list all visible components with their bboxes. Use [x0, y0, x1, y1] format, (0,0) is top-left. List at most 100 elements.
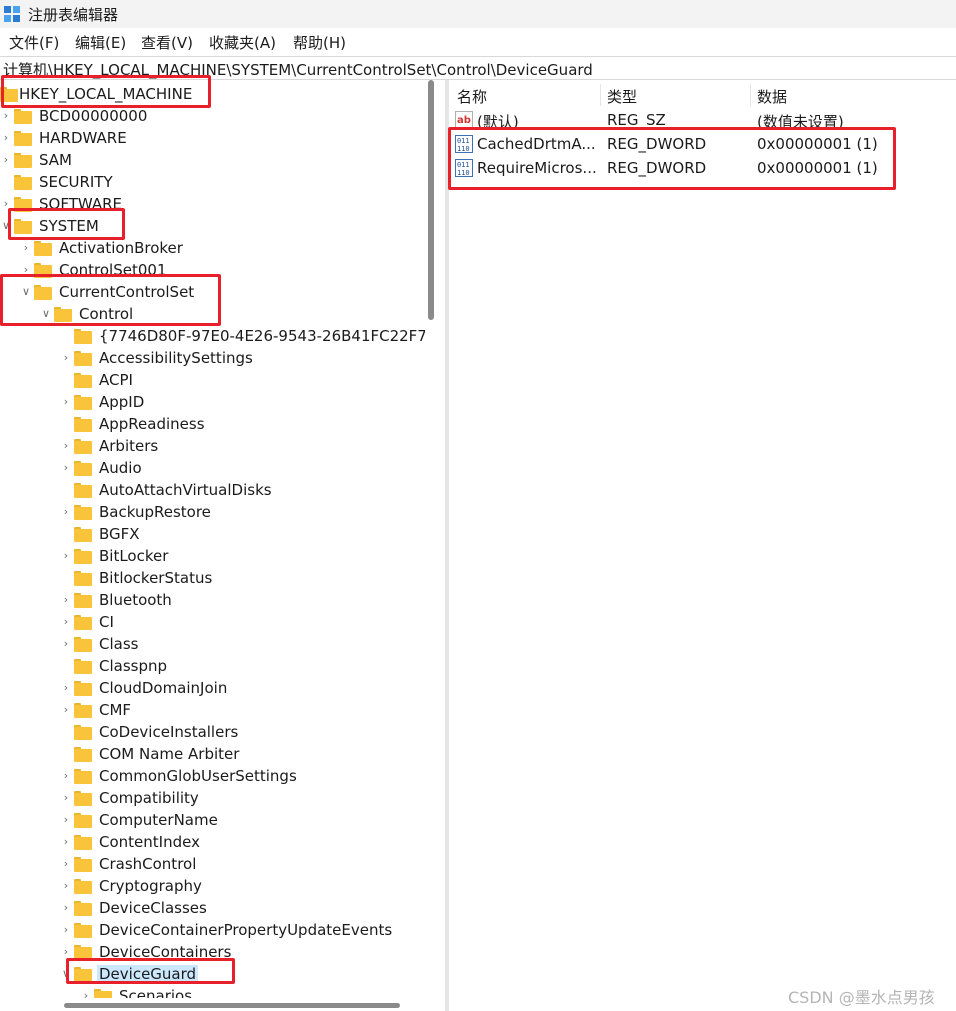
menu-view[interactable]: 查看(V) — [141, 32, 193, 53]
value-list[interactable]: 名称 类型 数据 ab (默认) REG_SZ (数值未设置) 011 110 … — [449, 80, 956, 1011]
chevron-right-icon[interactable]: › — [60, 835, 72, 849]
chevron-right-icon[interactable]: › — [20, 241, 32, 255]
chevron-right-icon[interactable]: › — [60, 769, 72, 783]
tree-node[interactable]: BGFX — [60, 524, 425, 546]
address-bar[interactable]: 计算机\HKEY_LOCAL_MACHINE\SYSTEM\CurrentCon… — [0, 56, 956, 80]
chevron-right-icon[interactable]: › — [60, 681, 72, 695]
tree-node-label: BitlockerStatus — [99, 569, 213, 587]
tree-node[interactable]: › ContentIndex — [60, 832, 425, 854]
tree-horizontal-scrollbar[interactable] — [0, 998, 437, 1011]
tree-node[interactable]: AppReadiness — [60, 414, 425, 436]
tree-node[interactable]: ∨ DeviceGuard — [60, 964, 425, 986]
column-header-name[interactable]: 名称 — [457, 86, 487, 107]
chevron-right-icon[interactable]: › — [60, 791, 72, 805]
tree-node[interactable]: › HARDWARE — [0, 128, 425, 150]
tree-node[interactable]: › ComputerName — [60, 810, 425, 832]
tree-vertical-scroll-thumb[interactable] — [428, 80, 434, 320]
chevron-down-icon[interactable]: ∨ — [40, 307, 52, 321]
tree-node[interactable]: › Audio — [60, 458, 425, 480]
chevron-down-icon[interactable]: ∨ — [20, 285, 32, 299]
tree-node[interactable]: › AppID — [60, 392, 425, 414]
tree-node[interactable]: › ControlSet001 — [20, 260, 425, 282]
tree-node-label: SYSTEM — [39, 217, 99, 235]
tree-node[interactable]: › Arbiters — [60, 436, 425, 458]
chevron-right-icon[interactable]: › — [60, 439, 72, 453]
tree-node[interactable]: › DeviceContainerPropertyUpdateEvents — [60, 920, 425, 942]
tree-node[interactable]: Classpnp — [60, 656, 425, 678]
tree-node[interactable]: ∨ SYSTEM — [0, 216, 425, 238]
chevron-right-icon[interactable]: › — [60, 923, 72, 937]
tree-node[interactable]: › SOFTWARE — [0, 194, 425, 216]
chevron-right-icon[interactable]: › — [60, 461, 72, 475]
tree-node[interactable]: › CMF — [60, 700, 425, 722]
tree-node[interactable]: › Class — [60, 634, 425, 656]
value-row-default[interactable]: ab (默认) REG_SZ (数值未设置) — [449, 108, 956, 132]
tree-node[interactable]: › AccessibilitySettings — [60, 348, 425, 370]
chevron-right-icon[interactable]: › — [60, 615, 72, 629]
chevron-down-icon[interactable]: ∨ — [0, 219, 12, 233]
tree-node[interactable]: › CrashControl — [60, 854, 425, 876]
chevron-right-icon[interactable]: › — [60, 593, 72, 607]
value-row-requiremicros[interactable]: 011 110 RequireMicros... REG_DWORD 0x000… — [449, 156, 956, 180]
tree-node[interactable]: › DeviceContainers — [60, 942, 425, 964]
chevron-right-icon[interactable]: › — [60, 901, 72, 915]
tree-node-label: Compatibility — [99, 789, 199, 807]
menu-help[interactable]: 帮助(H) — [293, 32, 346, 53]
chevron-right-icon[interactable]: › — [20, 263, 32, 277]
chevron-right-icon[interactable]: › — [60, 637, 72, 651]
chevron-right-icon[interactable]: › — [60, 857, 72, 871]
tree-node[interactable]: BitlockerStatus — [60, 568, 425, 590]
value-row-cacheddrtm[interactable]: 011 110 CachedDrtmA... REG_DWORD 0x00000… — [449, 132, 956, 156]
menu-favorites[interactable]: 收藏夹(A) — [209, 32, 276, 53]
tree-node[interactable]: › BackupRestore — [60, 502, 425, 524]
tree-node-label: BitLocker — [99, 547, 169, 565]
tree-node[interactable]: › SAM — [0, 150, 425, 172]
tree-node[interactable]: › BitLocker — [60, 546, 425, 568]
column-separator[interactable] — [750, 84, 751, 106]
tree-node[interactable]: › BCD00000000 — [0, 106, 425, 128]
chevron-right-icon[interactable]: › — [60, 549, 72, 563]
chevron-right-icon[interactable]: › — [60, 351, 72, 365]
tree-node[interactable]: › CloudDomainJoin — [60, 678, 425, 700]
chevron-right-icon[interactable]: › — [60, 505, 72, 519]
chevron-right-icon[interactable]: › — [60, 703, 72, 717]
tree-node[interactable]: COM Name Arbiter — [60, 744, 425, 766]
tree-node[interactable]: › Compatibility — [60, 788, 425, 810]
chevron-right-icon[interactable]: › — [60, 879, 72, 893]
registry-key-tree[interactable]: HKEY_LOCAL_MACHINE › BCD00000000 › HARDWARE ›… — [0, 80, 425, 998]
chevron-right-icon[interactable]: › — [60, 813, 72, 827]
tree-node[interactable]: {7746D80F-97E0-4E26-9543-26B41FC22F79} — [60, 326, 425, 348]
tree-horizontal-scroll-thumb[interactable] — [64, 1003, 400, 1008]
chevron-down-icon[interactable]: ∨ — [60, 967, 72, 981]
chevron-right-icon[interactable]: › — [0, 109, 12, 123]
chevron-right-icon[interactable]: › — [60, 395, 72, 409]
tree-node[interactable]: › CI — [60, 612, 425, 634]
tree-node[interactable]: HKEY_LOCAL_MACHINE — [0, 84, 425, 106]
tree-vertical-scrollbar[interactable] — [425, 80, 437, 998]
chevron-right-icon[interactable]: › — [0, 197, 12, 211]
chevron-right-icon[interactable]: › — [60, 945, 72, 959]
column-separator[interactable] — [600, 84, 601, 106]
tree-node[interactable]: CoDeviceInstallers — [60, 722, 425, 744]
tree-node[interactable]: › Bluetooth — [60, 590, 425, 612]
menu-edit[interactable]: 编辑(E) — [75, 32, 126, 53]
tree-node[interactable]: › DeviceClasses — [60, 898, 425, 920]
menu-file[interactable]: 文件(F) — [9, 32, 59, 53]
tree-node[interactable]: › Cryptography — [60, 876, 425, 898]
chevron-right-icon[interactable]: › — [0, 131, 12, 145]
tree-node[interactable]: SECURITY — [0, 172, 425, 194]
chevron-right-icon[interactable]: › — [0, 153, 12, 167]
tree-node[interactable]: › Scenarios — [80, 986, 425, 998]
tree-node[interactable]: › CommonGlobUserSettings — [60, 766, 425, 788]
chevron-right-icon[interactable]: › — [80, 989, 92, 998]
tree-node[interactable]: ∨ CurrentControlSet — [20, 282, 425, 304]
folder-icon — [74, 593, 92, 608]
tree-node-label: SOFTWARE — [39, 195, 123, 213]
address-path[interactable]: 计算机\HKEY_LOCAL_MACHINE\SYSTEM\CurrentCon… — [3, 59, 593, 80]
column-header-type[interactable]: 类型 — [607, 86, 637, 107]
column-header-data[interactable]: 数据 — [757, 86, 787, 107]
tree-node[interactable]: ACPI — [60, 370, 425, 392]
tree-node[interactable]: › ActivationBroker — [20, 238, 425, 260]
tree-node[interactable]: AutoAttachVirtualDisks — [60, 480, 425, 502]
tree-node[interactable]: ∨ Control — [40, 304, 425, 326]
